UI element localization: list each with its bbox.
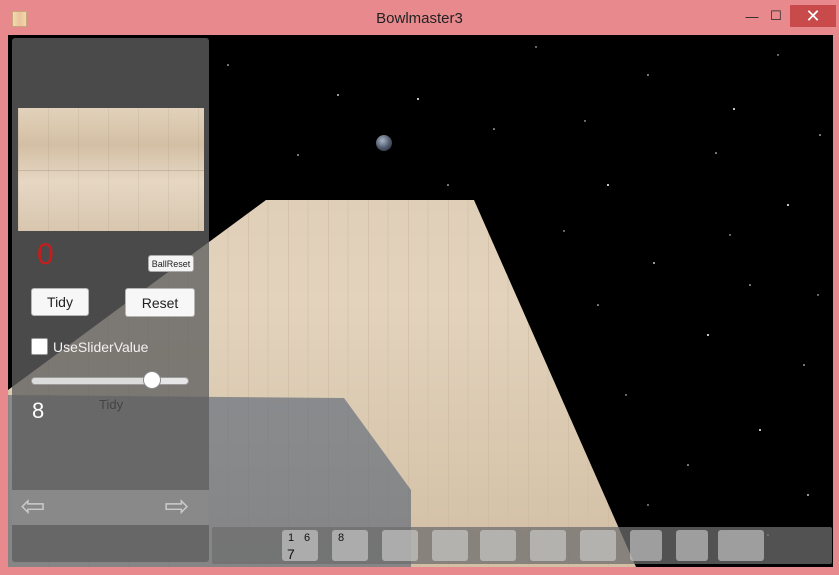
score-frame bbox=[676, 530, 708, 561]
score-frame bbox=[382, 530, 418, 561]
score-frame bbox=[432, 530, 468, 561]
reset-button[interactable]: Reset bbox=[125, 288, 195, 317]
window-title: Bowlmaster3 bbox=[376, 10, 463, 27]
close-button[interactable]: ✕ bbox=[790, 5, 836, 27]
score-frame bbox=[630, 530, 662, 561]
frame-total: 7 bbox=[287, 546, 295, 562]
slider-thumb[interactable] bbox=[143, 371, 161, 389]
scoreboard: 1678 bbox=[212, 527, 832, 564]
score-frame bbox=[718, 530, 764, 561]
arrow-right-icon[interactable]: ⇨ bbox=[162, 492, 192, 522]
title-bar: Bowlmaster3 — ☐ ✕ bbox=[0, 0, 839, 34]
frame-roll-1: 8 bbox=[338, 532, 345, 544]
score-frame bbox=[530, 530, 566, 561]
score-frame: 167 bbox=[282, 530, 318, 562]
lane-preview bbox=[18, 108, 204, 231]
slider-fill bbox=[32, 378, 157, 384]
bowling-ball bbox=[376, 135, 392, 151]
maximize-button[interactable]: ☐ bbox=[762, 6, 790, 26]
score-frame: 8 bbox=[332, 530, 368, 561]
pin-count-display: 0 bbox=[37, 238, 54, 271]
score-frame bbox=[580, 530, 616, 561]
slider-value: 8 bbox=[32, 398, 45, 423]
slider-track[interactable] bbox=[31, 377, 189, 385]
nav-strip: ⇦ ⇨ bbox=[12, 490, 209, 525]
control-panel: 0 BallReset Tidy Reset UseSliderValue 8 … bbox=[12, 38, 209, 562]
frame-roll-1: 1 bbox=[288, 532, 295, 544]
ball-reset-button[interactable]: BallReset bbox=[148, 255, 194, 272]
use-slider-value-label: UseSliderValue bbox=[53, 339, 149, 355]
slider-caption: Tidy bbox=[99, 397, 124, 412]
score-frame bbox=[480, 530, 516, 561]
use-slider-value-checkbox[interactable] bbox=[31, 338, 48, 355]
frame-roll-2: 6 bbox=[304, 532, 311, 544]
tidy-button[interactable]: Tidy bbox=[31, 288, 89, 316]
game-window: Bowlmaster3 — ☐ ✕ 0 BallReset Tidy Reset… bbox=[0, 0, 839, 575]
game-viewport[interactable]: 0 BallReset Tidy Reset UseSliderValue 8 … bbox=[8, 35, 833, 567]
arrow-left-icon[interactable]: ⇦ bbox=[18, 492, 48, 522]
